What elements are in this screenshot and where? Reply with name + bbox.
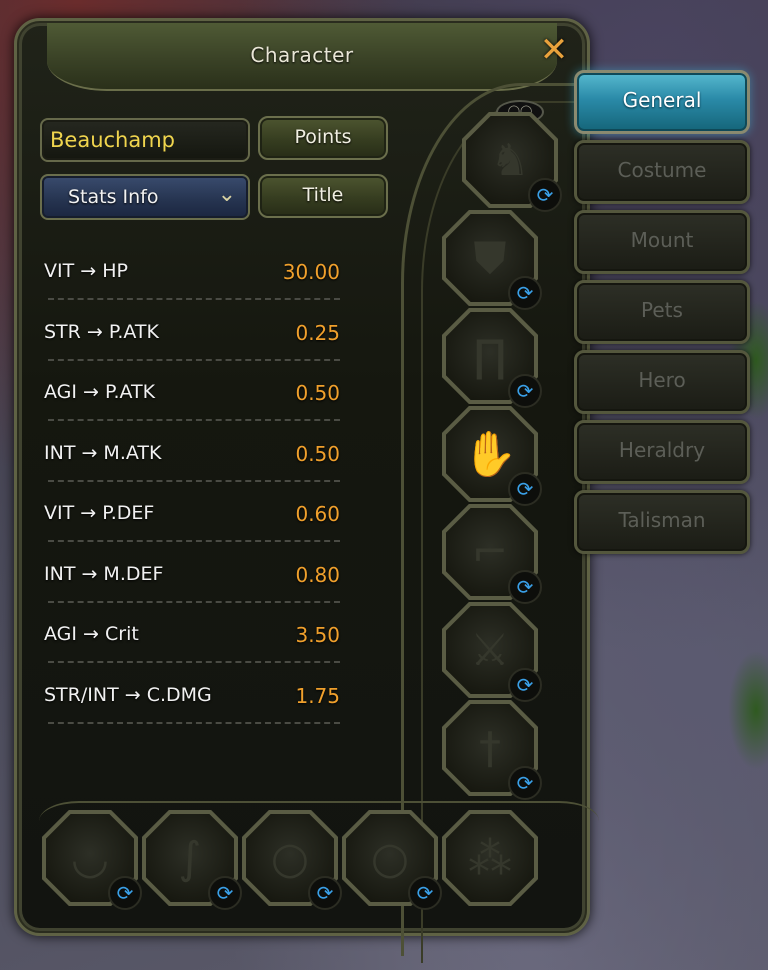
stat-value: 0.80 — [295, 562, 340, 587]
stat-divider — [48, 540, 340, 542]
equipment-slot-necklace[interactable]: ◡ ⟳ — [42, 810, 142, 910]
tab-costume[interactable]: Costume — [574, 140, 750, 204]
tab-talisman[interactable]: Talisman — [574, 490, 750, 554]
swap-icon[interactable]: ⟳ — [308, 876, 342, 910]
stat-value: 0.50 — [295, 441, 340, 466]
points-button[interactable]: Points — [258, 116, 388, 160]
tab-general[interactable]: General — [574, 70, 750, 134]
stats-info-dropdown[interactable]: Stats Info ⌄ — [40, 174, 250, 220]
dropdown-selected-label: Stats Info — [68, 186, 159, 208]
swap-icon[interactable]: ⟳ — [508, 472, 542, 506]
stat-row: INT → M.DEF 0.80 — [44, 561, 344, 622]
swap-icon[interactable]: ⟳ — [108, 876, 142, 910]
stat-divider — [48, 721, 340, 724]
stat-value: 3.50 — [295, 623, 340, 647]
stat-value: 0.50 — [295, 381, 340, 405]
title-button[interactable]: Title — [258, 174, 388, 218]
stat-row: VIT → HP 30.00 — [44, 258, 344, 319]
stat-value: 0.25 — [295, 320, 340, 345]
equipment-slot-ring-2[interactable]: ○ ⟳ — [342, 810, 442, 910]
equipment-slot-gloves[interactable]: ✋ ⟳ — [442, 406, 542, 506]
swap-icon[interactable]: ⟳ — [528, 178, 562, 212]
equipment-slot-helmet[interactable]: ♞ ⟳ — [462, 112, 562, 212]
stat-divider — [48, 661, 340, 663]
equipment-slot-ring-1[interactable]: ○ ⟳ — [242, 810, 342, 910]
swap-icon[interactable]: ⟳ — [508, 766, 542, 800]
stat-row: VIT → P.DEF 0.60 — [44, 500, 344, 561]
stat-divider — [48, 479, 340, 482]
close-icon[interactable]: ✕ — [540, 30, 569, 70]
tab-hero[interactable]: Hero — [574, 350, 750, 414]
stat-value: 30.00 — [282, 260, 340, 284]
stat-label: VIT → HP — [44, 260, 128, 282]
stats-list: VIT → HP 30.00 STR → P.ATK 0.25 AGI → P.… — [44, 258, 344, 742]
stat-label: AGI → P.ATK — [44, 381, 156, 403]
stat-value: 1.75 — [295, 683, 340, 708]
character-name: Beauchamp — [50, 128, 176, 152]
stat-label: AGI → Crit — [44, 623, 139, 645]
close-button[interactable]: ✕ — [537, 33, 571, 67]
chevron-down-icon: ⌄ — [217, 182, 236, 207]
equipment-slot-boots[interactable]: ⌐ ⟳ — [442, 504, 542, 604]
equipment-slot-offhand[interactable]: † ⟳ — [442, 700, 542, 800]
tab-mount[interactable]: Mount — [574, 210, 750, 274]
equipment-slot-pants[interactable]: ∏ ⟳ — [442, 308, 542, 408]
equipment-slot-armor[interactable]: ⛊ ⟳ — [442, 210, 542, 310]
stat-label: STR → P.ATK — [44, 320, 159, 343]
stat-row: AGI → P.ATK 0.50 — [44, 379, 344, 440]
tab-heraldry[interactable]: Heraldry — [574, 420, 750, 484]
swap-icon[interactable]: ⟳ — [508, 570, 542, 604]
equipment-slot-weapon[interactable]: ⚔ ⟳ — [442, 602, 542, 702]
stat-divider — [48, 298, 340, 300]
talisman-icon: ⁂ — [468, 832, 512, 884]
stat-value: 0.60 — [295, 502, 340, 526]
swap-icon[interactable]: ⟳ — [508, 276, 542, 310]
equipment-slot-talisman[interactable]: ⁂ — [442, 810, 538, 906]
equipment-slot-earring[interactable]: ∫ ⟳ — [142, 810, 242, 910]
swap-icon[interactable]: ⟳ — [408, 876, 442, 910]
stat-divider — [48, 358, 340, 361]
title-bar[interactable]: Character — [47, 23, 557, 91]
swap-icon[interactable]: ⟳ — [508, 668, 542, 702]
stat-row: STR/INT → C.DMG 1.75 — [44, 682, 344, 743]
stat-divider — [48, 419, 340, 421]
stat-label: INT → M.ATK — [44, 441, 162, 464]
window-title: Character — [250, 43, 354, 67]
background-foliage — [728, 650, 768, 770]
stat-label: INT → M.DEF — [44, 562, 164, 585]
tab-pets[interactable]: Pets — [574, 280, 750, 344]
stat-row: AGI → Crit 3.50 — [44, 621, 344, 682]
character-name-field: Beauchamp — [40, 118, 250, 162]
swap-icon[interactable]: ⟳ — [208, 876, 242, 910]
stat-label: STR/INT → C.DMG — [44, 683, 212, 706]
stat-row: INT → M.ATK 0.50 — [44, 440, 344, 501]
stat-divider — [48, 600, 340, 603]
stat-row: STR → P.ATK 0.25 — [44, 319, 344, 380]
stat-label: VIT → P.DEF — [44, 502, 155, 524]
swap-icon[interactable]: ⟳ — [508, 374, 542, 408]
